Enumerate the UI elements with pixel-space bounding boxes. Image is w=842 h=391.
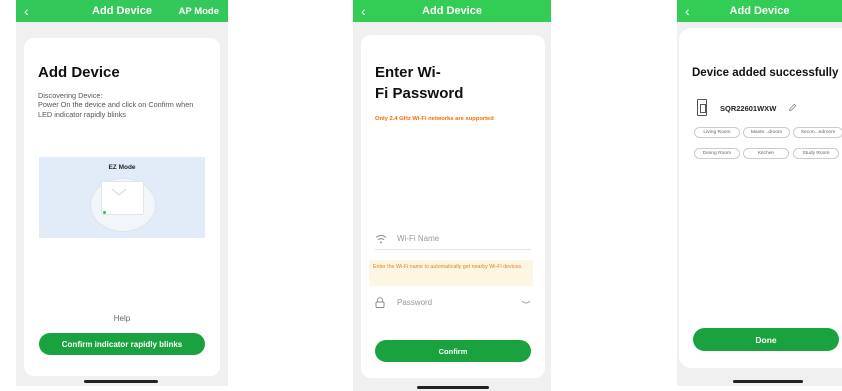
led-indicator-icon bbox=[103, 211, 106, 214]
ez-mode-label: EZ Mode bbox=[108, 164, 136, 171]
wifi-name-placeholder: Wi-Fi Name bbox=[397, 234, 440, 243]
room-chip[interactable]: Secon...edroom bbox=[793, 127, 842, 138]
wifi-icon bbox=[375, 235, 387, 244]
page-title-line-1: Enter Wi- bbox=[375, 64, 441, 81]
home-indicator bbox=[733, 380, 803, 383]
header-bar: ‹ Add Device bbox=[677, 0, 842, 22]
wifi-hint-banner: Enter the Wi-Fi name to automatically ge… bbox=[369, 260, 533, 286]
help-link[interactable]: Help bbox=[16, 314, 228, 323]
content-card bbox=[679, 28, 842, 368]
done-button[interactable]: Done bbox=[693, 328, 839, 351]
frequency-warning: Only 2.4 GHz Wi-Fi networks are supporte… bbox=[375, 116, 494, 122]
ez-mode-illustration: EZ Mode bbox=[39, 157, 205, 238]
confirm-indicator-button[interactable]: Confirm indicator rapidly blinks bbox=[39, 333, 205, 355]
eye-closed-icon[interactable] bbox=[521, 298, 531, 306]
chevron-down-icon bbox=[111, 188, 127, 196]
room-chip[interactable]: Study Room bbox=[793, 148, 839, 159]
room-chip[interactable]: Maste...droom bbox=[743, 127, 790, 138]
page-title: Enter Wi- Fi Password bbox=[375, 62, 485, 104]
page-title-line-2: Fi Password bbox=[375, 85, 464, 102]
room-chip[interactable]: Dining Room bbox=[694, 148, 740, 159]
device-name: SQR22601WXW bbox=[720, 104, 777, 113]
back-chevron-icon[interactable]: ‹ bbox=[24, 3, 29, 19]
screen-device-added: ‹ Add Device Device added successfully S… bbox=[677, 0, 842, 386]
password-placeholder: Password bbox=[397, 298, 433, 307]
room-chip[interactable]: Living Room bbox=[694, 127, 740, 138]
confirm-button[interactable]: Confirm bbox=[375, 340, 531, 362]
switch-device-icon bbox=[697, 99, 707, 116]
header-title: Add Device bbox=[92, 5, 152, 17]
screen-wifi-password: ‹ Add Device Enter Wi- Fi Password Only … bbox=[353, 0, 551, 391]
screen-ap-mode: ‹ Add Device AP Mode Add Device Discover… bbox=[16, 0, 228, 386]
page-title: Add Device bbox=[38, 64, 120, 81]
back-chevron-icon[interactable]: ‹ bbox=[685, 3, 690, 19]
password-input[interactable]: Password bbox=[375, 297, 531, 311]
header-title: Add Device bbox=[422, 5, 482, 17]
header-bar: ‹ Add Device AP Mode bbox=[16, 0, 228, 22]
room-chip[interactable]: Kitchen bbox=[743, 148, 789, 159]
instructions-text: Discovering Device: Power On the device … bbox=[38, 91, 194, 119]
edit-pencil-icon[interactable] bbox=[788, 103, 797, 112]
home-indicator bbox=[417, 386, 489, 389]
header-bar: ‹ Add Device bbox=[353, 0, 551, 22]
device-row: SQR22601WXW bbox=[697, 99, 837, 117]
wifi-name-input[interactable]: Wi-Fi Name bbox=[375, 233, 531, 250]
lock-icon bbox=[375, 297, 385, 308]
home-indicator bbox=[84, 380, 158, 383]
back-chevron-icon[interactable]: ‹ bbox=[361, 3, 366, 19]
success-title: Device added successfully bbox=[692, 67, 839, 79]
header-title: Add Device bbox=[729, 5, 790, 17]
ap-mode-link[interactable]: AP Mode bbox=[179, 6, 219, 17]
